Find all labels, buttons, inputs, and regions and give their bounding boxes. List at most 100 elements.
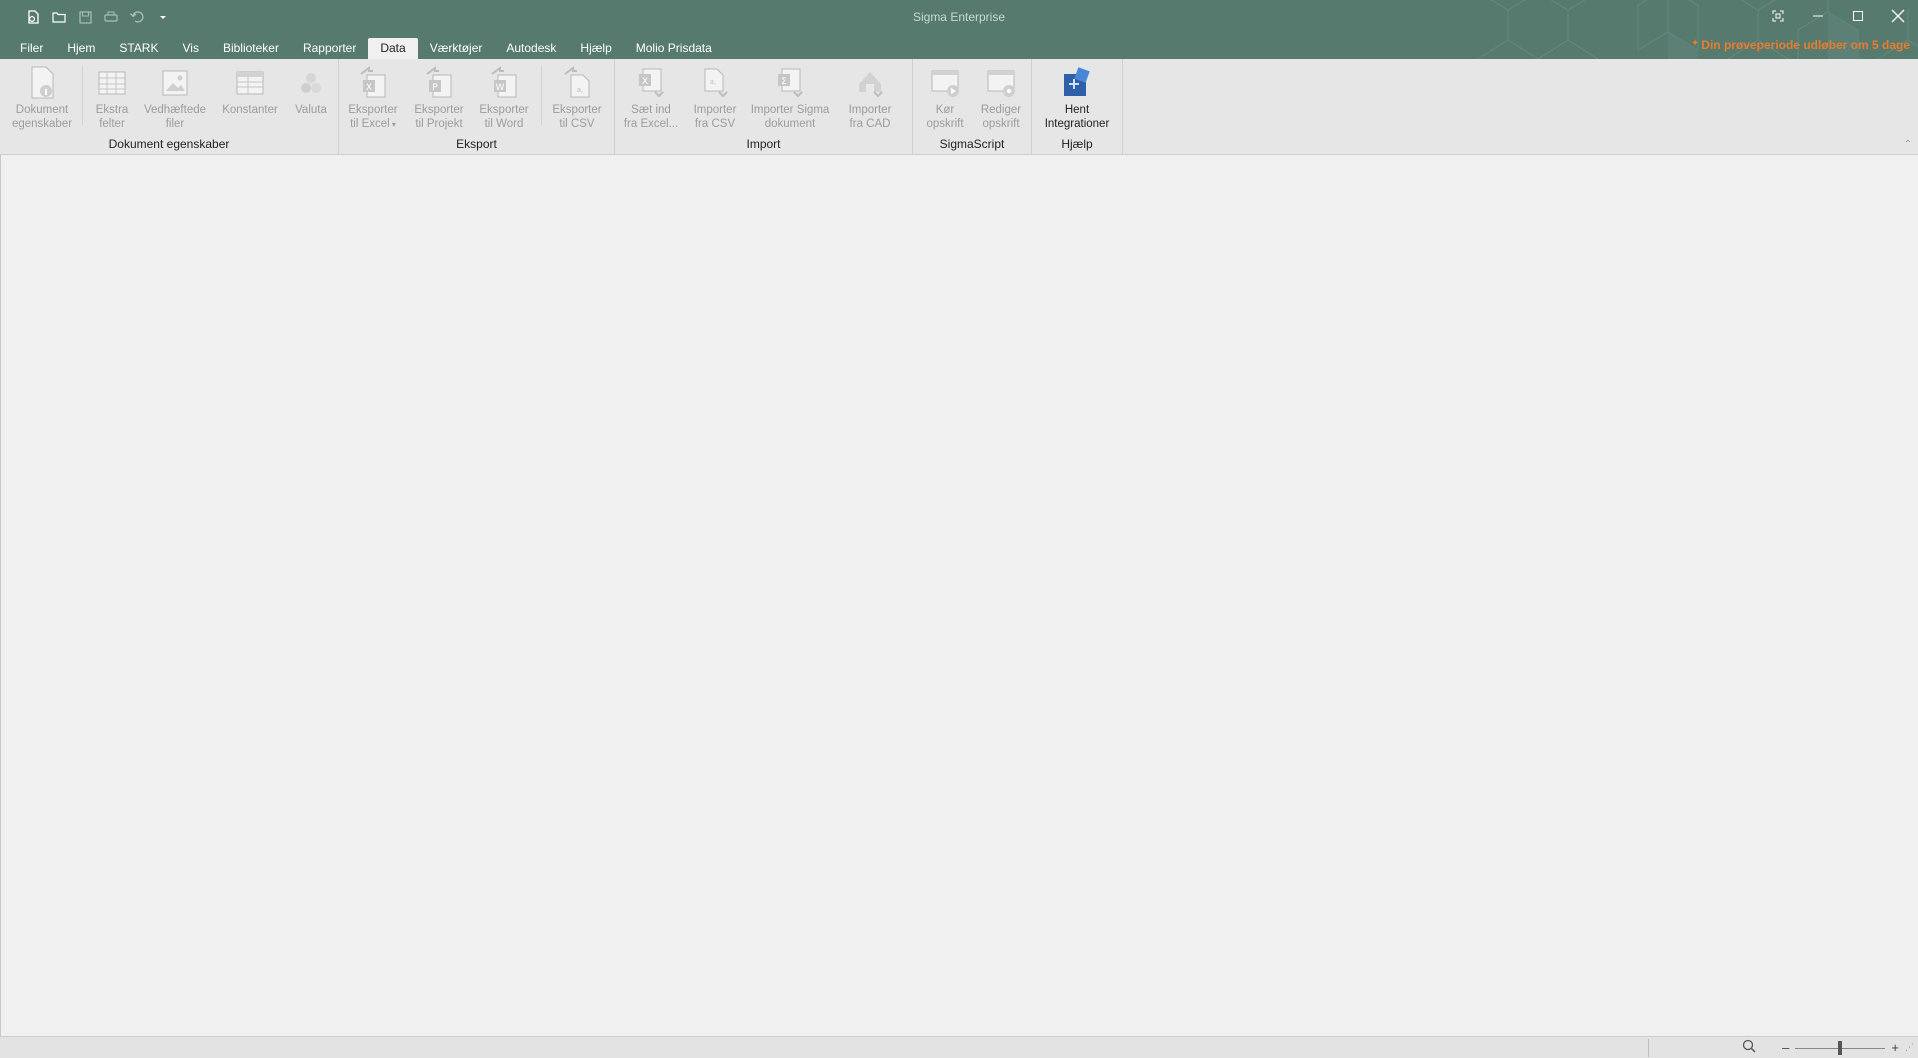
button-label-line2: til Word	[484, 118, 524, 130]
group-label: Eksport	[456, 137, 497, 151]
importer-fra-cad-button[interactable]: Importer fra CAD	[837, 63, 903, 131]
button-label-line1: Importer	[848, 104, 892, 116]
collapse-ribbon-icon[interactable]: ⌃	[1904, 139, 1912, 150]
zoom-control: – + ⋰	[1742, 1039, 1914, 1056]
tab-stark[interactable]: STARK	[107, 38, 170, 59]
button-label-line1: Konstanter	[222, 104, 278, 116]
trial-notice[interactable]: ✦ Din prøveperiode udløber om 5 dage	[1691, 38, 1910, 52]
zoom-search-icon[interactable]	[1742, 1039, 1756, 1056]
minimize-icon[interactable]	[1798, 0, 1838, 32]
button-label-line2: felter	[99, 118, 125, 130]
button-label-line1: Dokument	[15, 104, 69, 116]
eksporter-til-excel-button[interactable]: X Eksporter til Excel ▾	[343, 63, 403, 132]
separator	[82, 65, 83, 125]
resize-grip-icon[interactable]: ⋰	[1905, 1042, 1914, 1053]
import-cad-icon	[859, 72, 883, 98]
tab-autodesk[interactable]: Autodesk	[494, 38, 568, 59]
zoom-slider[interactable]	[1795, 1040, 1886, 1056]
vedhaeftede-filer-button[interactable]: Vedhæftede filer	[140, 63, 210, 131]
button-label-line1: Importer	[693, 104, 737, 116]
attachment-image-icon	[162, 70, 188, 96]
tab-hjaelp[interactable]: Hjælp	[568, 38, 623, 59]
star-icon: ✦	[1690, 38, 1700, 49]
constants-table-icon	[236, 71, 264, 95]
eksporter-til-projekt-button[interactable]: P Eksporter til Projekt	[407, 63, 471, 131]
valuta-button[interactable]: Valuta	[288, 63, 334, 117]
zoom-slider-thumb[interactable]	[1838, 1040, 1843, 1055]
group-import: X Sæt ind fra Excel... a, Importer fra C…	[615, 59, 913, 154]
svg-text:X: X	[366, 83, 372, 93]
app-title: Sigma Enterprise	[912, 10, 1006, 24]
window-controls	[1758, 0, 1918, 32]
hent-integrationer-button[interactable]: Hent Integrationer	[1037, 63, 1117, 131]
saet-ind-fra-excel-button[interactable]: X Sæt ind fra Excel...	[621, 63, 681, 131]
tab-vaerktoejer[interactable]: Værktøjer	[418, 38, 495, 59]
button-label-line2: fra CAD	[849, 118, 891, 130]
button-label-line2: filer	[165, 118, 185, 130]
document-info-icon	[31, 66, 54, 99]
button-label-line1: Valuta	[295, 104, 327, 116]
importer-fra-csv-button[interactable]: a, Importer fra CSV	[687, 63, 743, 131]
button-label-line2: Integrationer	[1044, 118, 1110, 130]
tab-molio-prisdata[interactable]: Molio Prisdata	[624, 38, 724, 59]
tab-hjem[interactable]: Hjem	[55, 38, 107, 59]
rediger-opskrift-button[interactable]: Rediger opskrift	[973, 63, 1029, 131]
currency-coins-icon	[301, 73, 321, 93]
tab-vis[interactable]: Vis	[170, 38, 210, 59]
ribbon-panel: Dokument egenskaber Ekstra felter Vedhæf…	[0, 59, 1918, 155]
eksporter-til-csv-button[interactable]: a, Eksporter til CSV	[547, 63, 607, 131]
button-label-line1: Importer Sigma	[750, 104, 830, 116]
button-label-line2: fra Excel...	[623, 118, 679, 130]
export-csv-icon: a,	[564, 66, 590, 98]
group-sigmascript: Kør opskrift Rediger opskrift SigmaScrip…	[913, 59, 1032, 154]
puzzle-integration-icon	[1064, 67, 1090, 96]
fullscreen-icon[interactable]	[1758, 0, 1798, 32]
ekstra-felter-button[interactable]: Ekstra felter	[88, 63, 136, 131]
group-hjaelp: Hent Integrationer Hjælp	[1032, 59, 1123, 154]
export-word-icon: W	[491, 66, 517, 98]
tab-rapporter[interactable]: Rapporter	[291, 38, 368, 59]
export-project-icon: P	[426, 66, 452, 98]
zoom-out-icon[interactable]: –	[1782, 1040, 1789, 1055]
svg-text:P: P	[432, 83, 438, 93]
eksporter-til-word-button[interactable]: W Eksporter til Word	[475, 63, 533, 131]
button-label-line2: til CSV	[559, 118, 595, 130]
run-script-icon	[931, 70, 959, 97]
tab-filer[interactable]: Filer	[8, 38, 55, 59]
button-label-line2: opskrift	[982, 118, 1020, 130]
close-icon[interactable]	[1878, 0, 1918, 32]
title-bar: Sigma Enterprise Filer Hjem STARK Vis Bi…	[0, 0, 1918, 59]
group-label: Hjælp	[1061, 137, 1093, 151]
import-csv-icon: a,	[704, 68, 728, 98]
paste-excel-icon: X	[639, 68, 664, 98]
status-divider	[1648, 1039, 1649, 1057]
group-dokument-egenskaber: Dokument egenskaber Ekstra felter Vedhæf…	[0, 59, 339, 154]
button-label-line2: fra CSV	[694, 118, 736, 130]
button-label-line1: Eksporter	[479, 104, 529, 116]
zoom-in-icon[interactable]: +	[1891, 1040, 1899, 1055]
button-label-line1: Eksporter	[414, 104, 464, 116]
main-workspace	[0, 155, 1918, 1037]
group-label: SigmaScript	[939, 137, 1005, 151]
button-label-line1: Kør	[935, 104, 955, 116]
button-label-line1: Hent	[1064, 104, 1090, 116]
dokument-egenskaber-button[interactable]: Dokument egenskaber	[10, 63, 74, 131]
svg-text:Σ: Σ	[781, 77, 787, 87]
group-eksport: X Eksporter til Excel ▾ P Eksporter til …	[339, 59, 615, 154]
chevron-down-icon[interactable]: ▾	[390, 120, 396, 129]
svg-text:X: X	[642, 77, 648, 87]
tab-data[interactable]: Data	[368, 38, 418, 59]
tab-biblioteker[interactable]: Biblioteker	[211, 38, 291, 59]
button-label-line2: til Excel	[350, 118, 390, 130]
koer-opskrift-button[interactable]: Kør opskrift	[917, 63, 973, 131]
separator	[541, 65, 542, 125]
status-bar: – + ⋰	[0, 1036, 1918, 1058]
button-label-line2: til Projekt	[415, 118, 463, 130]
svg-text:a,: a,	[577, 86, 584, 94]
konstanter-button[interactable]: Konstanter	[218, 63, 282, 117]
svg-text:W: W	[496, 83, 505, 93]
button-label-line2: egenskaber	[11, 118, 73, 130]
import-sigma-icon: Σ	[778, 68, 803, 98]
importer-sigma-dokument-button[interactable]: Σ Importer Sigma dokument	[747, 63, 833, 131]
maximize-icon[interactable]	[1838, 0, 1878, 32]
